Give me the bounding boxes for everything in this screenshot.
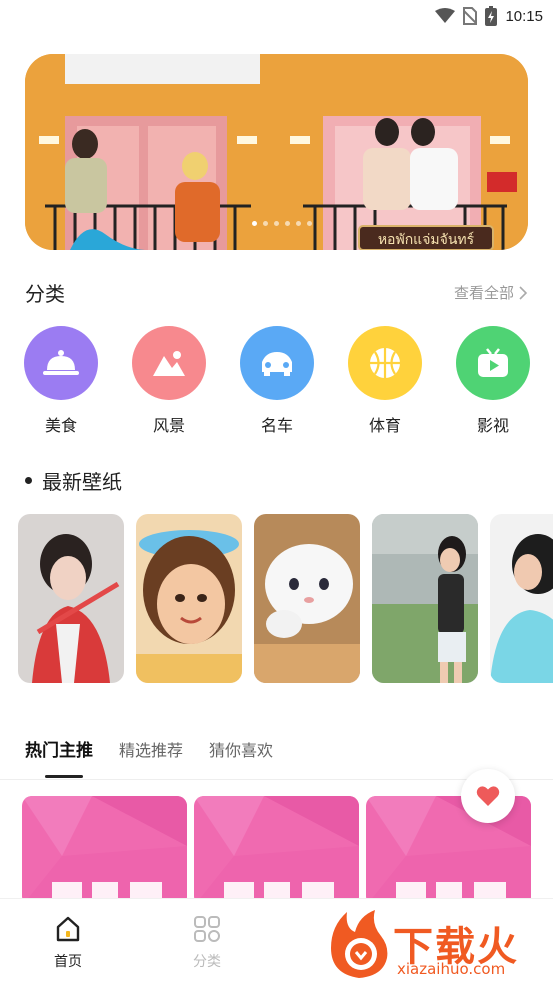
no-sim-icon (463, 7, 478, 25)
favorite-button[interactable] (461, 769, 515, 823)
grid-icon (194, 916, 220, 942)
banner-carousel[interactable]: หอพักแจ่มจันทร์ (25, 54, 528, 250)
tab-featured[interactable]: 精选推荐 (119, 737, 183, 761)
wallpaper-thumb[interactable] (18, 514, 124, 683)
mountain-icon (132, 326, 206, 400)
tv-play-icon (456, 326, 530, 400)
basketball-icon (348, 326, 422, 400)
status-bar: 10:15 (0, 0, 553, 32)
see-all-link[interactable]: 查看全部 (454, 282, 528, 303)
wallpaper-thumb[interactable] (254, 514, 360, 683)
chevron-right-icon (519, 285, 528, 300)
category-item-scenery[interactable]: 风景 (131, 326, 207, 436)
watermark-url: xiazaihuo.com (397, 960, 506, 978)
carousel-indicator (252, 221, 312, 226)
category-item-cars[interactable]: 名车 (239, 326, 315, 436)
category-label: 影视 (476, 416, 509, 435)
see-all-label: 查看全部 (453, 284, 514, 302)
tab-guess-you-like[interactable]: 猜你喜欢 (209, 737, 273, 761)
wallpaper-card[interactable] (194, 796, 359, 898)
category-label: 美食 (44, 416, 77, 435)
category-item-movies[interactable]: 影视 (455, 326, 531, 436)
banner-sign-text: หอพักแจ่มจันทร์ (378, 231, 475, 248)
category-item-sports[interactable]: 体育 (347, 326, 423, 436)
heart-icon (476, 786, 500, 806)
category-label: 体育 (368, 416, 401, 435)
nav-home-label: 首页 (54, 954, 82, 970)
tab-hot[interactable]: 热门主推 (25, 736, 93, 761)
status-time: 10:15 (505, 7, 543, 25)
food-cloche-icon (24, 326, 98, 400)
newest-title: 最新壁纸 (42, 470, 122, 494)
wallpaper-card[interactable] (22, 796, 187, 898)
car-icon (240, 326, 314, 400)
category-list: 美食 风景 名车 体育 影视 (23, 326, 533, 436)
watermark: 下载火 xiazaihuo.com (325, 908, 550, 980)
tab-bar: 热门主推 精选推荐 猜你喜欢 (25, 736, 273, 761)
category-label: 名车 (260, 416, 293, 435)
category-label: 风景 (152, 416, 185, 435)
flame-logo-icon (331, 910, 388, 978)
nav-category-label: 分类 (193, 954, 221, 970)
nav-home[interactable]: 首页 (38, 915, 98, 971)
wallpaper-list (18, 514, 553, 684)
home-icon (56, 916, 80, 942)
category-title: 分类 (25, 282, 65, 306)
wallpaper-thumb[interactable] (136, 514, 242, 683)
battery-icon (485, 6, 498, 26)
category-header: 分类 查看全部 (25, 278, 528, 307)
nav-category[interactable]: 分类 (177, 915, 237, 971)
bullet-dot (25, 477, 32, 484)
wifi-icon (435, 8, 456, 23)
newest-header: 最新壁纸 (25, 466, 122, 495)
tab-indicator (45, 775, 83, 778)
wallpaper-thumb[interactable] (490, 514, 553, 683)
category-item-food[interactable]: 美食 (23, 326, 99, 436)
wallpaper-thumb[interactable] (372, 514, 478, 683)
